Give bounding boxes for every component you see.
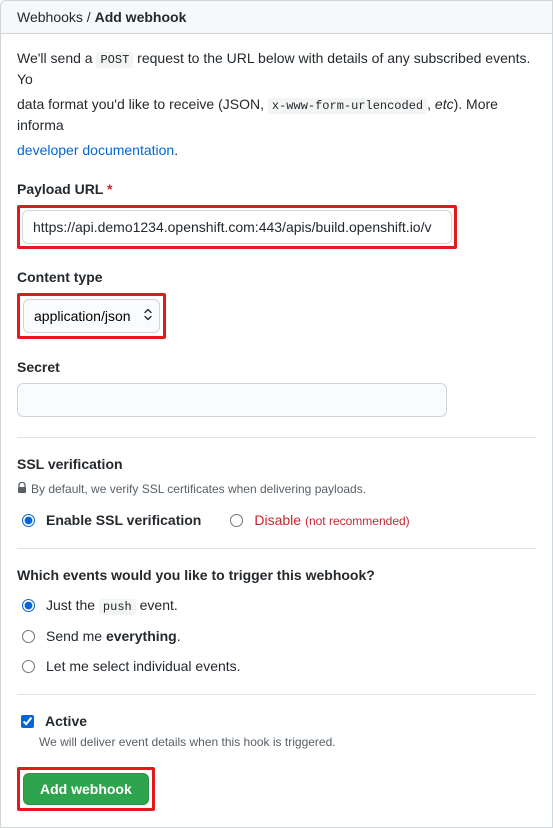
developer-docs-link[interactable]: developer documentation bbox=[17, 142, 174, 158]
payload-url-input[interactable] bbox=[22, 210, 452, 244]
highlight-box bbox=[17, 205, 457, 249]
events-just-push-option[interactable]: Just the push event. bbox=[17, 597, 536, 614]
secret-input[interactable] bbox=[17, 383, 447, 417]
secret-label: Secret bbox=[17, 359, 536, 375]
form-body: We'll send a POST request to the URL bel… bbox=[1, 34, 552, 827]
divider bbox=[17, 548, 536, 549]
breadcrumb: Webhooks / Add webhook bbox=[1, 1, 552, 34]
payload-url-label: Payload URL * bbox=[17, 181, 536, 197]
divider bbox=[17, 437, 536, 438]
post-code: POST bbox=[96, 52, 133, 68]
content-type-field: Content type application/json bbox=[17, 269, 536, 339]
events-individual-radio[interactable] bbox=[22, 660, 35, 673]
breadcrumb-sep: / bbox=[83, 9, 95, 25]
events-section: Which events would you like to trigger t… bbox=[17, 567, 536, 674]
breadcrumb-current: Add webhook bbox=[95, 9, 187, 25]
events-everything-option[interactable]: Send me everything. bbox=[17, 628, 536, 644]
ssl-title: SSL verification bbox=[17, 456, 536, 472]
events-title: Which events would you like to trigger t… bbox=[17, 567, 536, 583]
highlight-box: application/json bbox=[17, 293, 166, 339]
intro-text-2: data format you'd like to receive (JSON,… bbox=[17, 94, 536, 136]
push-code: push bbox=[99, 599, 136, 615]
highlight-box: Add webhook bbox=[17, 767, 155, 811]
required-asterisk: * bbox=[107, 181, 112, 197]
ssl-disable-option[interactable]: Disable (not recommended) bbox=[225, 512, 409, 528]
ssl-disable-radio[interactable] bbox=[230, 514, 243, 527]
divider bbox=[17, 694, 536, 695]
ssl-enable-option[interactable]: Enable SSL verification bbox=[17, 512, 201, 528]
intro-link-line: developer documentation. bbox=[17, 140, 536, 161]
ssl-section: SSL verification By default, we verify S… bbox=[17, 456, 536, 528]
secret-field: Secret bbox=[17, 359, 536, 417]
lock-icon bbox=[17, 481, 27, 493]
intro-text: We'll send a POST request to the URL bel… bbox=[17, 48, 536, 90]
active-option[interactable]: Active bbox=[17, 713, 536, 731]
content-type-label: Content type bbox=[17, 269, 536, 285]
events-everything-radio[interactable] bbox=[22, 630, 35, 643]
ssl-note: By default, we verify SSL certificates w… bbox=[17, 480, 536, 498]
events-just-push-radio[interactable] bbox=[22, 599, 35, 612]
encoding-code: x-www-form-urlencoded bbox=[268, 98, 427, 114]
webhook-panel: Webhooks / Add webhook We'll send a POST… bbox=[0, 0, 553, 828]
active-checkbox[interactable] bbox=[21, 715, 34, 728]
active-section: Active We will deliver event details whe… bbox=[17, 713, 536, 751]
active-desc: We will deliver event details when this … bbox=[39, 733, 536, 751]
payload-url-field: Payload URL * bbox=[17, 181, 536, 249]
ssl-enable-radio[interactable] bbox=[22, 514, 35, 527]
events-individual-option[interactable]: Let me select individual events. bbox=[17, 658, 536, 674]
breadcrumb-parent[interactable]: Webhooks bbox=[17, 9, 83, 25]
add-webhook-button[interactable]: Add webhook bbox=[23, 773, 149, 805]
content-type-select[interactable]: application/json bbox=[23, 299, 160, 333]
